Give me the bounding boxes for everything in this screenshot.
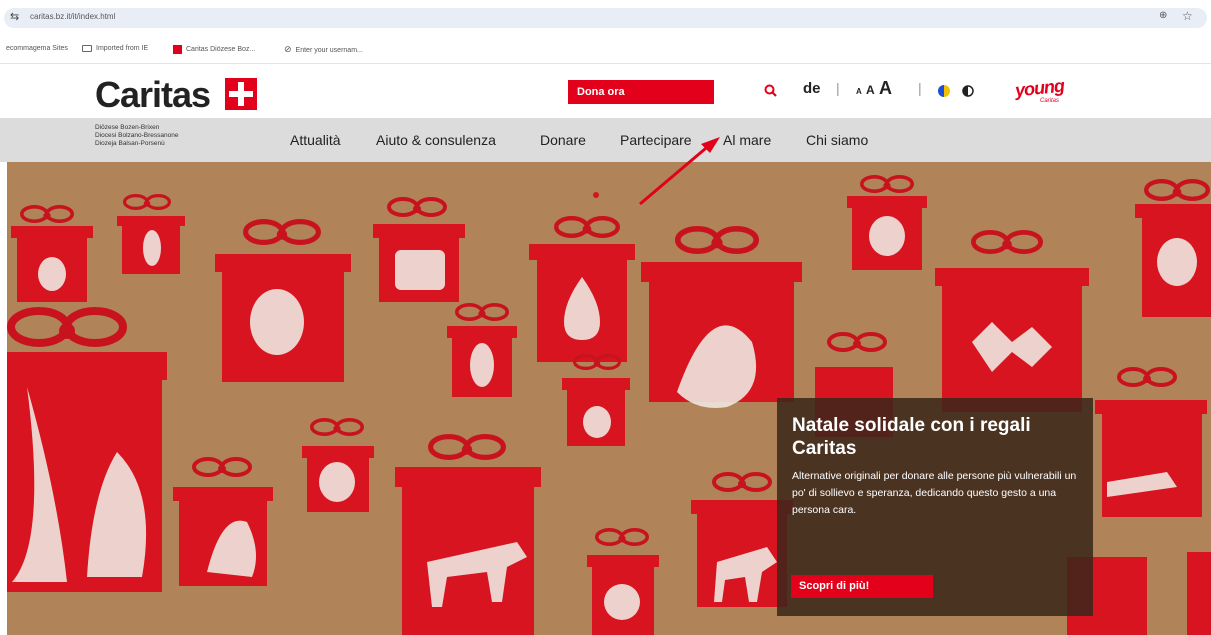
diocese-line: Diozeja Balsan-Porsenù	[95, 140, 165, 147]
bookmark-item[interactable]: Caritas Diözese Boz...	[173, 45, 255, 54]
discover-more-button[interactable]: Scopri di più!	[791, 575, 933, 598]
color-blind-icon[interactable]	[938, 85, 950, 97]
font-size-medium-button[interactable]: A	[866, 83, 875, 97]
star-icon[interactable]: ☆	[1182, 9, 1193, 23]
globe-icon: ⊘	[284, 45, 292, 55]
language-switch[interactable]: de	[803, 80, 821, 97]
donate-button[interactable]: Dona ora	[568, 80, 714, 104]
search-icon[interactable]	[764, 84, 777, 97]
font-size-small-button[interactable]: A	[856, 87, 862, 96]
diocese-line: Diocesi Bolzano-Bressanone	[95, 132, 179, 139]
bookmark-label: Imported from IE	[96, 45, 149, 52]
bookmark-item[interactable]: ⊘ Enter your usernam...	[284, 45, 363, 55]
address-field[interactable]	[4, 8, 1207, 28]
bookmark-label: Caritas Diözese Boz...	[186, 46, 256, 53]
caritas-favicon-icon	[173, 45, 182, 54]
browser-address-bar: ⇆ caritas.bz.it/it/index.html ⊕ ☆	[0, 0, 1211, 34]
contrast-icon[interactable]	[962, 85, 974, 97]
hero-banner[interactable]: Natale solidale con i regali Caritas Alt…	[7, 162, 1211, 635]
nav-item-attualita[interactable]: Attualità	[290, 132, 341, 148]
promo-card: Natale solidale con i regali Caritas Alt…	[777, 398, 1093, 616]
folder-icon	[82, 45, 92, 52]
bookmark-item[interactable]: Imported from IE	[82, 45, 148, 52]
bookmark-label: Enter your usernam...	[295, 46, 363, 54]
nav-item-chi-siamo[interactable]: Chi siamo	[806, 132, 868, 148]
site-header: Caritas Dona ora de | A A A | young Cari…	[0, 64, 1211, 118]
zoom-icon[interactable]: ⊕	[1159, 10, 1167, 21]
main-nav: Diözese Bozen-Brixen Diocesi Bolzano-Bre…	[0, 118, 1211, 162]
nav-item-partecipare[interactable]: Partecipare	[620, 132, 692, 148]
font-size-large-button[interactable]: A	[879, 78, 892, 99]
divider: |	[918, 80, 922, 96]
bookmark-item[interactable]: ecommagema Sites	[6, 45, 68, 52]
diocese-line: Diözese Bozen-Brixen	[95, 124, 160, 131]
nav-item-aiuto-consulenza[interactable]: Aiuto & consulenza	[376, 132, 496, 148]
promo-body: Alternative originali per donare alle pe…	[792, 470, 1077, 516]
bookmark-label: ecommagema Sites	[6, 45, 68, 52]
promo-title: Natale solidale con i regali Caritas	[792, 415, 1031, 459]
diocese-label: Diözese Bozen-Brixen Diocesi Bolzano-Bre…	[95, 124, 178, 148]
caritas-cross-icon[interactable]	[225, 78, 257, 110]
caritas-logo[interactable]: Caritas	[95, 74, 211, 116]
divider: |	[836, 80, 840, 96]
young-caritas-sub: Caritas	[1040, 98, 1060, 104]
bookmarks-bar: ecommagema Sites Imported from IE Carita…	[0, 34, 1211, 64]
url-text[interactable]: caritas.bz.it/it/index.html	[30, 12, 115, 21]
nav-item-donare[interactable]: Donare	[540, 132, 586, 148]
tune-icon[interactable]: ⇆	[10, 10, 19, 23]
nav-item-al-mare[interactable]: Al mare	[723, 132, 771, 148]
